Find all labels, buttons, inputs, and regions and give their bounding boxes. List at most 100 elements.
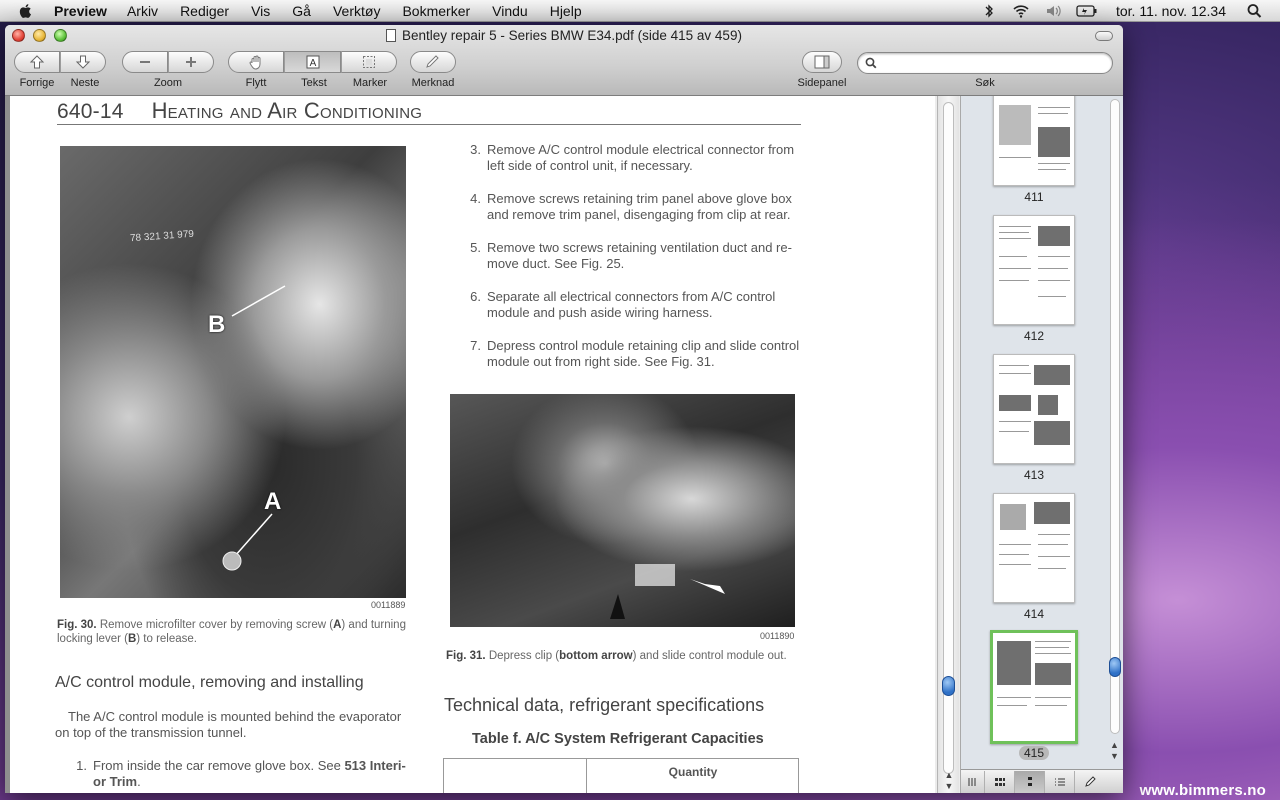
section-heading-ac-module: A/C control module, removing and install… — [55, 674, 364, 691]
sidebar-scroll-down-icon[interactable]: ▼ — [1110, 751, 1119, 761]
move-label: Flytt — [245, 77, 267, 89]
list-item: 1. From inside the car remove glove box.… — [76, 758, 406, 789]
text-cursor-icon: A — [306, 55, 319, 69]
thumbnail-label-selected[interactable]: 415 — [993, 746, 1075, 760]
figure-31-arrows — [610, 564, 725, 619]
table-title: Table f. A/C System Refrigerant Capaciti… — [472, 731, 764, 747]
sidebar-scroll-thumb[interactable] — [1109, 657, 1121, 677]
page-thumbnail-412[interactable] — [993, 215, 1075, 325]
sidebar-group — [802, 51, 842, 73]
page-thumbnail-411[interactable] — [993, 96, 1075, 186]
document-proxy-icon[interactable] — [386, 29, 397, 42]
battery-icon[interactable] — [1076, 3, 1098, 19]
figure-31-caption: Fig. 31. Depress clip (bottom arrow) and… — [446, 650, 787, 662]
pdf-page[interactable]: 640-14 Heating and Air Conditioning 78 32… — [10, 96, 935, 793]
figure-30-id: 0011889 — [371, 600, 406, 610]
thumbnail-label[interactable]: 411 — [993, 190, 1075, 204]
hand-icon — [249, 55, 261, 70]
table-header-quantity: Quantity — [668, 765, 718, 779]
page-thumbnail-414[interactable] — [993, 493, 1075, 603]
apple-menu-icon[interactable] — [18, 3, 34, 19]
thumbnail-label[interactable]: 412 — [993, 329, 1075, 343]
move-tool-button[interactable] — [228, 51, 284, 73]
page-thumbnail-415[interactable] — [990, 630, 1078, 744]
menu-hjelp[interactable]: Hjelp — [550, 3, 582, 19]
tool-mode-group: A — [228, 51, 397, 73]
figure-30-caption: Fig. 30. Remove microfilter cover by rem… — [57, 619, 406, 645]
list-item: 7. Depress control module retaining clip … — [470, 338, 800, 369]
select-tool-button[interactable] — [341, 51, 397, 73]
text-tool-button[interactable]: A — [284, 51, 341, 73]
scroll-down-arrow-icon[interactable]: ▼ — [943, 781, 955, 791]
menu-arkiv[interactable]: Arkiv — [127, 3, 158, 19]
sidebar-view-toolbar — [961, 769, 1123, 793]
preview-window: Bentley repair 5 - Series BMW E34.pdf (s… — [5, 25, 1123, 793]
list-item: 6. Separate all electrical connectors fro… — [470, 289, 776, 320]
search-input[interactable] — [882, 55, 1107, 72]
procedure-steps: 3. Remove A/C control module electrical c… — [462, 142, 807, 387]
scroll-up-arrow-icon[interactable]: ▲ — [943, 770, 955, 780]
section-heading-technical-data: Technical data, refrigerant specificatio… — [444, 695, 765, 715]
menu-vis[interactable]: Vis — [251, 3, 270, 19]
content-list-button[interactable] — [961, 770, 985, 793]
thumbnails-button[interactable] — [1015, 770, 1045, 793]
page-header: 640-14 Heating and Air Conditioning — [57, 98, 422, 124]
figure-31-id: 0011890 — [760, 631, 795, 641]
table-of-contents-button[interactable] — [1045, 770, 1075, 793]
sidebar-icon — [814, 55, 830, 69]
sidebar-scroll-track[interactable] — [1110, 99, 1120, 734]
search-label: Søk — [975, 77, 995, 89]
sidebar-scroll-up-icon[interactable]: ▲ — [1110, 740, 1119, 750]
annotate-button[interactable] — [410, 51, 456, 73]
scroll-track[interactable] — [943, 102, 954, 774]
previous-button[interactable] — [14, 51, 60, 73]
menu-ga[interactable]: Gå — [292, 3, 311, 19]
menu-app-preview[interactable]: Preview — [54, 3, 107, 19]
page-thumbnail-413[interactable] — [993, 354, 1075, 464]
list-item: 5. Remove two screws retaining ventilatio… — [470, 240, 792, 271]
annotate-label: Merknad — [411, 77, 455, 89]
arrow-up-icon — [29, 55, 45, 69]
arrow-down-icon — [75, 55, 91, 69]
menu-bokmerker[interactable]: Bokmerker — [402, 3, 470, 19]
search-field[interactable] — [857, 52, 1113, 74]
next-button[interactable] — [60, 51, 106, 73]
sidebar-scrollbar[interactable]: ▲ ▼ — [1109, 99, 1122, 763]
svg-text:A: A — [309, 58, 316, 69]
menu-verktoy[interactable]: Verktøy — [333, 3, 380, 19]
document-view[interactable]: 640-14 Heating and Air Conditioning 78 32… — [5, 96, 935, 793]
contact-sheet-button[interactable] — [985, 770, 1015, 793]
content-area: 640-14 Heating and Air Conditioning 78 32… — [5, 96, 1123, 793]
menubar-clock[interactable]: tor. 11. nov. 12.34 — [1116, 3, 1226, 19]
menu-rediger[interactable]: Rediger — [180, 3, 229, 19]
annotations-list-button[interactable] — [1075, 771, 1105, 793]
list-item: 3. Remove A/C control module electrical c… — [470, 142, 795, 173]
watermark: www.bimmers.no — [1139, 782, 1266, 799]
zoom-out-button[interactable] — [122, 51, 168, 73]
select-label: Marker — [352, 77, 388, 89]
grid-icon — [994, 777, 1005, 786]
toolbar-toggle-button[interactable] — [1095, 31, 1113, 41]
zoom-group — [122, 51, 214, 73]
bluetooth-icon[interactable] — [980, 3, 998, 19]
thumbnail-label[interactable]: 413 — [993, 468, 1075, 482]
scroll-thumb[interactable] — [942, 676, 955, 696]
menubar: Preview Arkiv Rediger Vis Gå Verktøy Bok… — [0, 0, 1280, 22]
volume-icon[interactable] — [1044, 3, 1062, 19]
sidebar-toggle-button[interactable] — [802, 51, 842, 73]
menu-vindu[interactable]: Vindu — [492, 3, 528, 19]
previous-label: Forrige — [19, 77, 55, 89]
wifi-icon[interactable] — [1012, 3, 1030, 19]
pencil-icon — [426, 55, 439, 68]
thumbnail-view-icon — [1027, 776, 1032, 786]
zoom-in-button[interactable] — [168, 51, 214, 73]
document-scrollbar[interactable]: ▲ ▼ — [937, 96, 959, 793]
spotlight-search-icon[interactable] — [1246, 3, 1264, 19]
pen-icon — [1085, 775, 1096, 787]
thumbnail-label[interactable]: 414 — [993, 607, 1075, 621]
callout-leader-lines — [222, 285, 286, 571]
zoom-label: Zoom — [153, 77, 183, 89]
refrigerant-table: Quantity — [443, 758, 799, 793]
figure-30-photo: 78 321 31 979 B A — [60, 146, 406, 598]
marquee-select-icon — [363, 56, 375, 68]
